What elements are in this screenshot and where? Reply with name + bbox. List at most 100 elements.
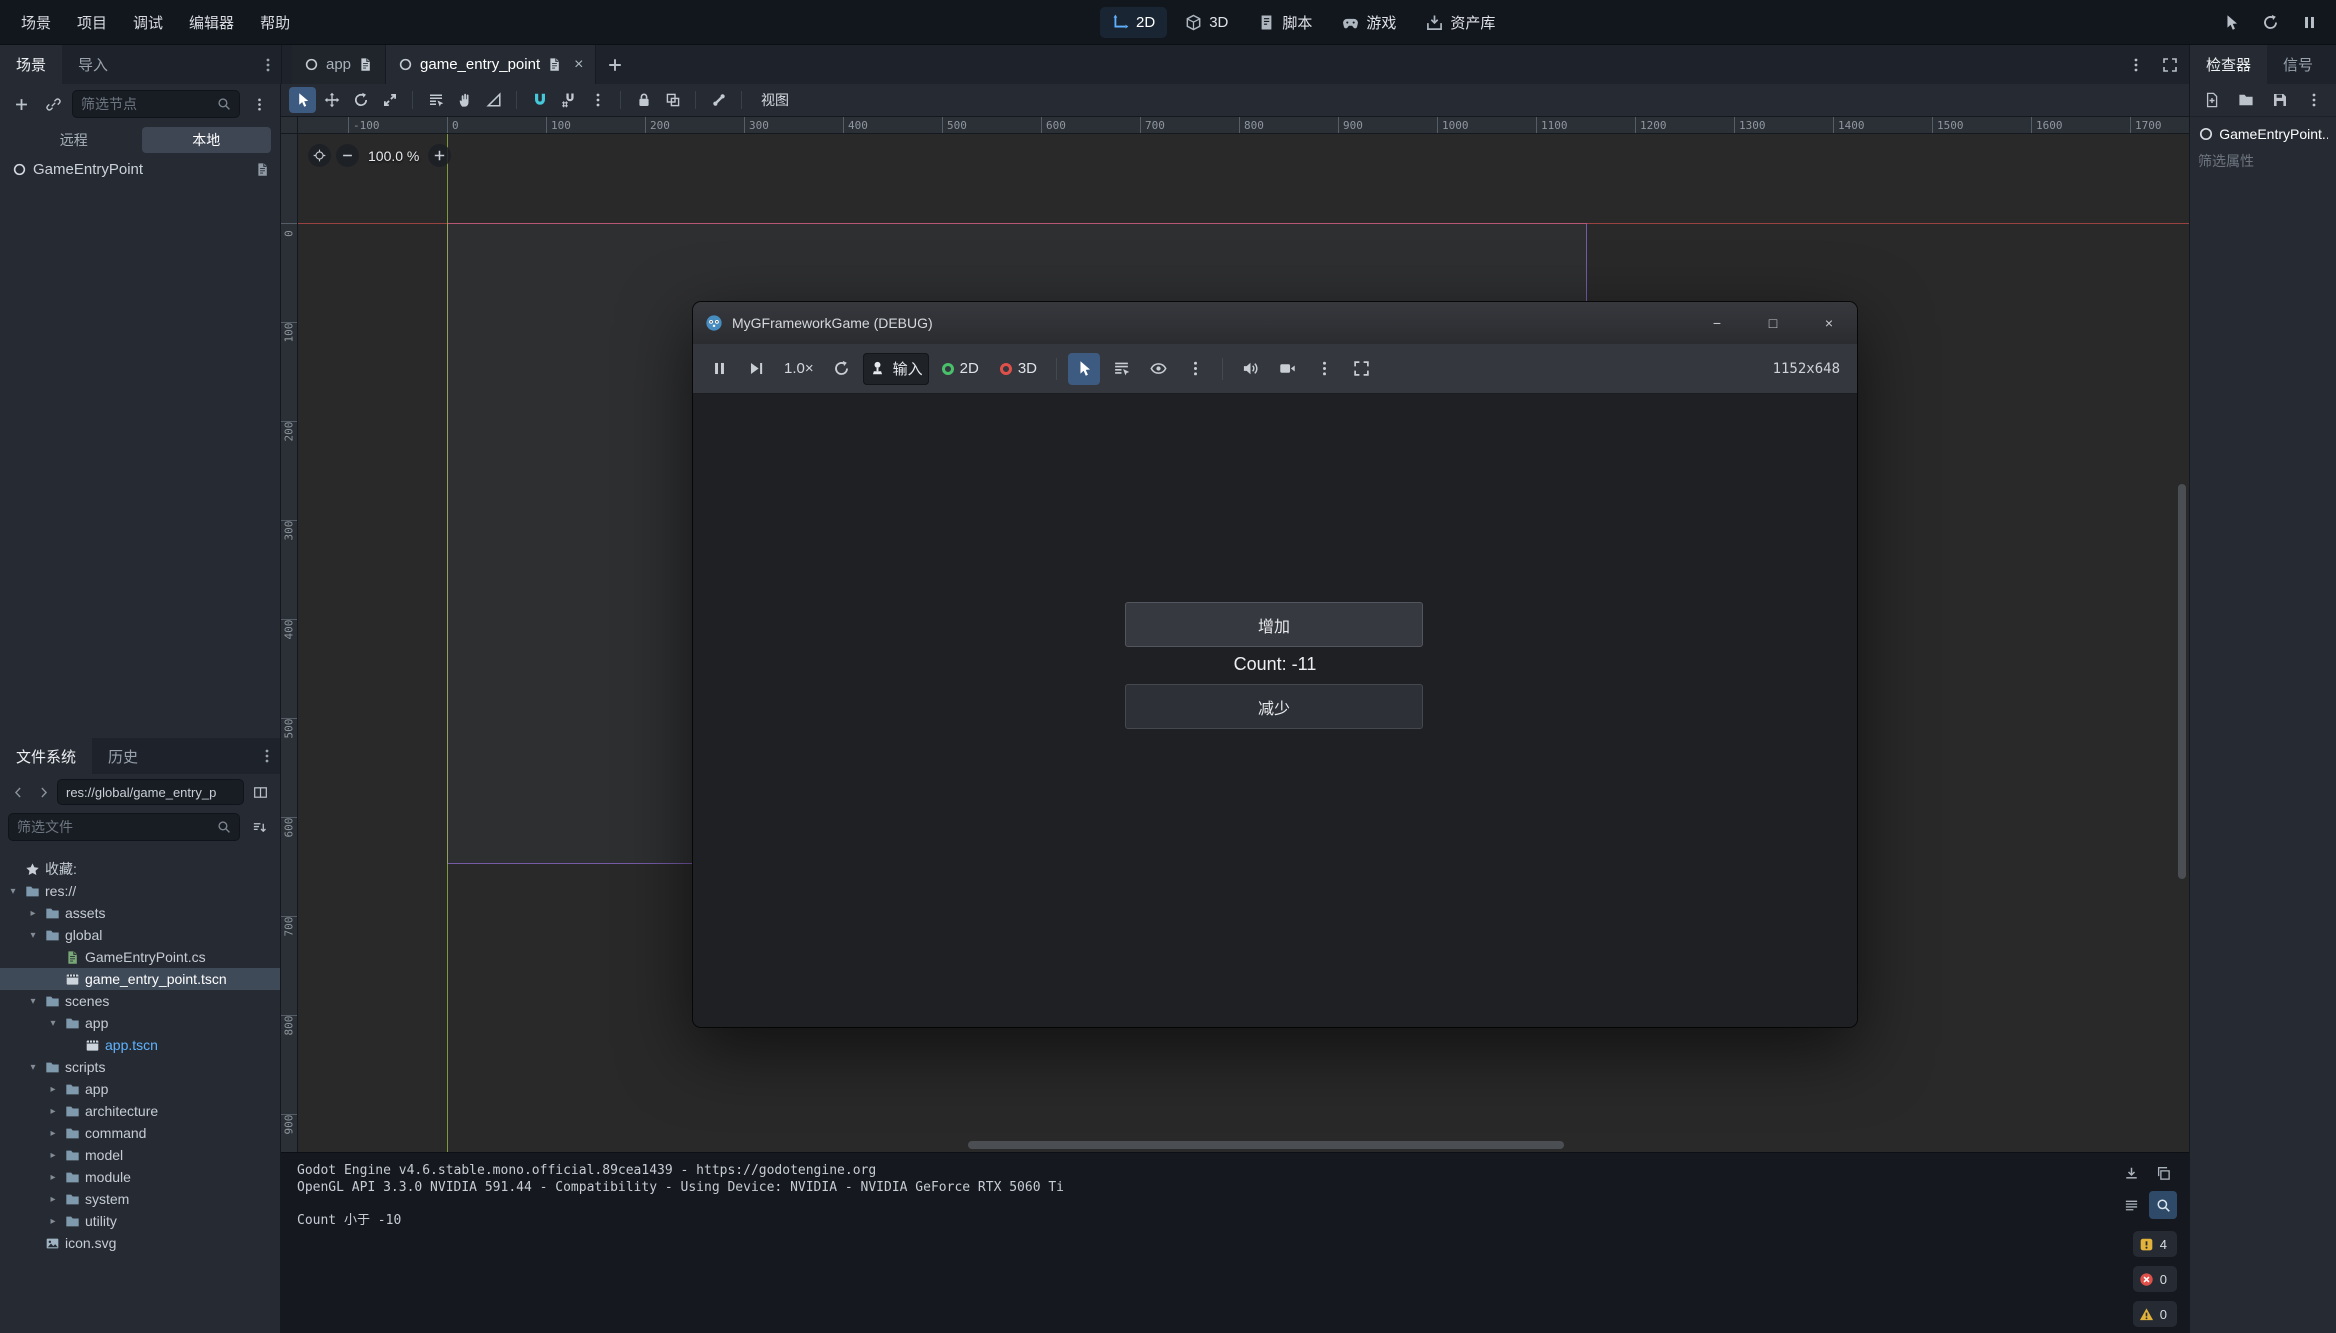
skeleton-options-button[interactable] — [705, 87, 732, 113]
vertical-ruler[interactable]: 0100200300400500600700800900 — [281, 134, 298, 1152]
instance-scene-button[interactable] — [40, 91, 66, 117]
debugger-badge[interactable]: 4 — [2133, 1231, 2177, 1257]
expand-arrow[interactable]: ▸ — [46, 1084, 60, 1095]
expand-arrow[interactable]: ▾ — [26, 930, 40, 941]
fs-tree-item[interactable]: ▸model — [0, 1144, 280, 1166]
zoom-level[interactable]: 100.0 % — [368, 148, 419, 164]
menu-scene[interactable]: 场景 — [8, 0, 64, 45]
camera-2d-button[interactable]: 2D — [934, 353, 987, 385]
group-selection-button[interactable] — [659, 87, 686, 113]
mode-script-button[interactable]: 脚本 — [1246, 7, 1324, 38]
fs-sort-button[interactable] — [246, 814, 272, 840]
scene-tab-app[interactable]: app — [292, 45, 386, 84]
horizontal-scrollbar-thumb[interactable] — [968, 1141, 1564, 1149]
dock-options-button[interactable] — [254, 738, 280, 774]
mode-assetlib-button[interactable]: 资产库 — [1414, 7, 1507, 38]
mute-audio-button[interactable] — [1234, 353, 1266, 385]
zoom-in-button[interactable] — [428, 144, 451, 167]
view-local-button[interactable]: 本地 — [142, 127, 272, 153]
log-options-button[interactable] — [2117, 1191, 2145, 1219]
fs-tree-item[interactable]: ▸architecture — [0, 1100, 280, 1122]
fs-filter-input[interactable] — [17, 819, 211, 835]
suspend-button[interactable] — [703, 353, 735, 385]
scale-tool-button[interactable] — [376, 87, 403, 113]
pick-window-button[interactable] — [2216, 7, 2246, 37]
selection-visibility-button[interactable] — [1142, 353, 1174, 385]
fs-tree-item[interactable]: ▾scenes — [0, 990, 280, 1012]
scene-filter-input[interactable] — [81, 96, 211, 112]
expand-arrow[interactable]: ▸ — [26, 908, 40, 919]
fs-tree-item[interactable]: ▸command — [0, 1122, 280, 1144]
increase-button[interactable]: 增加 — [1125, 602, 1423, 647]
menu-editor[interactable]: 编辑器 — [176, 0, 247, 45]
new-scene-tab-button[interactable] — [600, 50, 630, 80]
save-resource-button[interactable] — [2270, 87, 2291, 113]
fs-tree-item[interactable]: ▸utility — [0, 1210, 280, 1232]
fs-tree-item[interactable]: ▸app — [0, 1078, 280, 1100]
close-tab-button[interactable]: × — [574, 57, 583, 73]
fs-forward-button[interactable] — [32, 779, 54, 805]
load-resource-button[interactable] — [2236, 87, 2257, 113]
warnings-badge[interactable]: 0 — [2133, 1301, 2177, 1327]
fs-tree-item[interactable]: ▸module — [0, 1166, 280, 1188]
expand-arrow[interactable]: ▾ — [26, 1062, 40, 1073]
rotate-tool-button[interactable] — [347, 87, 374, 113]
reset-time-scale-button[interactable] — [826, 353, 858, 385]
input-mode-button[interactable]: 输入 — [863, 353, 929, 385]
camera-override-button[interactable] — [1271, 353, 1303, 385]
fs-split-view-button[interactable] — [247, 779, 273, 805]
view-remote-button[interactable]: 远程 — [9, 127, 139, 153]
decrease-button[interactable]: 减少 — [1125, 684, 1423, 729]
select-mode-button[interactable] — [1068, 353, 1100, 385]
inspector-filter-input[interactable] — [2198, 153, 2328, 169]
game-window-titlebar[interactable]: MyGFrameworkGame (DEBUG) −□× — [693, 302, 1857, 344]
fs-tree-item[interactable]: ▾global — [0, 924, 280, 946]
fs-tree-item[interactable]: icon.svg — [0, 1232, 280, 1254]
tab-history[interactable]: 历史 — [92, 738, 154, 774]
embed-fullscreen-button[interactable] — [1345, 353, 1377, 385]
expand-arrow[interactable]: ▾ — [26, 996, 40, 1007]
horizontal-ruler[interactable]: -100010020030040050060070080090010001100… — [298, 117, 2189, 134]
fs-tree-item[interactable]: ▾app — [0, 1012, 280, 1034]
lock-selection-button[interactable] — [630, 87, 657, 113]
add-node-button[interactable] — [8, 91, 34, 117]
toggle-distraction-free-button[interactable] — [2155, 50, 2185, 80]
tab-import[interactable]: 导入 — [62, 45, 124, 84]
search-log-button[interactable] — [2149, 1191, 2177, 1219]
scene-tab-game-entry-point[interactable]: game_entry_point× — [386, 45, 596, 84]
resource-options-button[interactable] — [2303, 87, 2324, 113]
fs-tree-item[interactable]: app.tscn — [0, 1034, 280, 1056]
expand-arrow[interactable]: ▸ — [46, 1194, 60, 1205]
tab-signals[interactable]: 信号 — [2267, 45, 2329, 84]
next-frame-button[interactable] — [740, 353, 772, 385]
window-close-button[interactable]: × — [1801, 302, 1857, 344]
expand-arrow[interactable]: ▸ — [46, 1216, 60, 1227]
expand-arrow[interactable]: ▸ — [46, 1106, 60, 1117]
menu-help[interactable]: 帮助 — [247, 0, 303, 45]
tab-inspector[interactable]: 检查器 — [2190, 45, 2267, 84]
tab-filesystem[interactable]: 文件系统 — [0, 738, 92, 774]
expand-arrow[interactable]: ▸ — [46, 1172, 60, 1183]
pan-tool-button[interactable] — [451, 87, 478, 113]
fs-tree-item[interactable]: ▾scripts — [0, 1056, 280, 1078]
selection-options-button[interactable] — [1179, 353, 1211, 385]
list-select-tool-button[interactable] — [422, 87, 449, 113]
tab-scene[interactable]: 场景 — [0, 45, 62, 84]
expand-arrow[interactable]: ▾ — [6, 886, 20, 897]
mode-2d-button[interactable]: 2D — [1100, 7, 1167, 38]
fs-tree-item[interactable]: GameEntryPoint.cs — [0, 946, 280, 968]
view-menu[interactable]: 视图 — [751, 87, 799, 113]
expand-arrow[interactable]: ▸ — [46, 1150, 60, 1161]
camera-options-button[interactable] — [1308, 353, 1340, 385]
fs-tree-item[interactable]: game_entry_point.tscn — [0, 968, 280, 990]
inspected-object-row[interactable]: GameEntryPoint... — [2190, 117, 2336, 145]
mode-game-button[interactable]: 游戏 — [1330, 7, 1408, 38]
pause-game-button[interactable] — [2294, 7, 2324, 37]
move-tool-button[interactable] — [318, 87, 345, 113]
fs-tree-item[interactable]: ▸assets — [0, 902, 280, 924]
window-maximize-button[interactable]: □ — [1745, 302, 1801, 344]
fs-tree-item[interactable]: ▸system — [0, 1188, 280, 1210]
snap-options-menu[interactable] — [584, 87, 611, 113]
menu-debug[interactable]: 调试 — [120, 0, 176, 45]
fs-tree-item[interactable]: 收藏: — [0, 858, 280, 880]
